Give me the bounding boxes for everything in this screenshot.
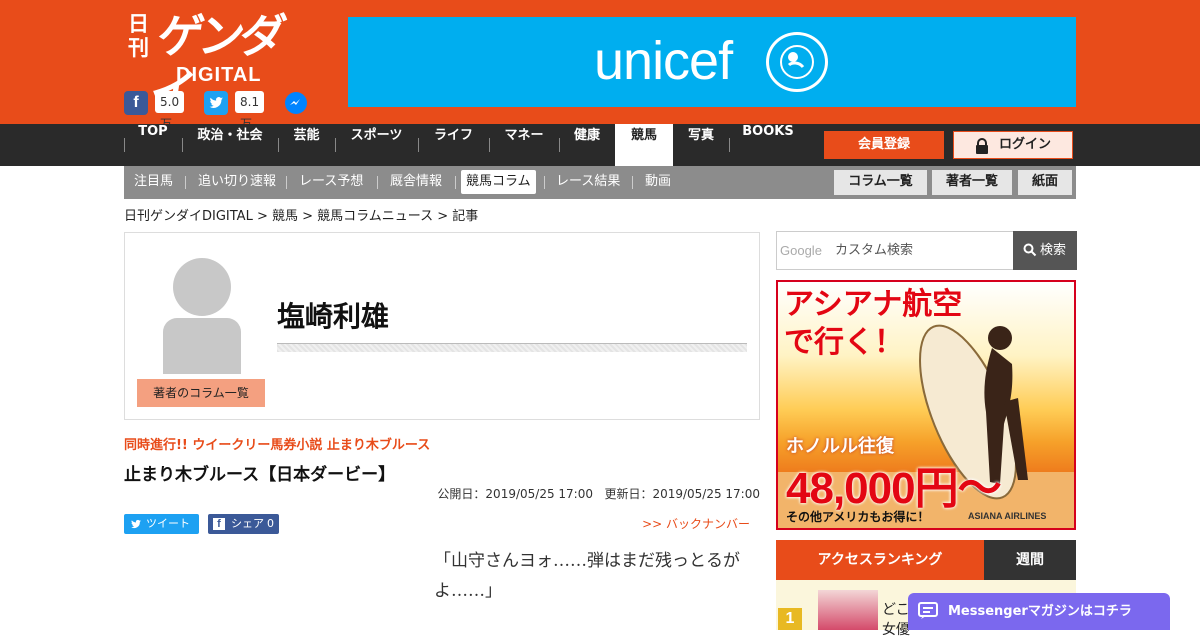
register-button[interactable]: 会員登録 [824, 131, 944, 159]
breadcrumb[interactable]: 日刊ゲンダイDIGITAL > 競馬 > 競馬コラムニュース > 記事 [124, 205, 478, 224]
ad-price: 48,000円〜 [786, 464, 1002, 513]
subnav-divider [185, 176, 186, 189]
author-name: 塩崎利雄 [277, 300, 390, 333]
share-label: シェア [231, 517, 264, 530]
ad-footer: その他アメリカもお得に！ [786, 510, 930, 524]
site-header: 日刊 ゲンダイ DIGITAL f 5.0万 8.1万 unicef [0, 0, 1200, 131]
search-button-label: 検索 [1040, 243, 1067, 258]
unicef-wordmark: unicef [594, 31, 733, 91]
subnav-item-workout[interactable]: 追い切り速報 [193, 170, 281, 194]
ranking-thumbnail [818, 590, 878, 630]
published-date: 公開日：2019/05/25 17:00 [437, 487, 593, 501]
subnav-item-column[interactable]: 競馬コラム [461, 170, 536, 194]
facebook-count: 5.0万 [155, 91, 185, 131]
ranking-title: アクセスランキング [776, 540, 984, 580]
facebook-icon[interactable]: f [124, 91, 148, 115]
author-columns-button[interactable]: 著者のコラム一覧 [137, 379, 265, 407]
asiana-ad[interactable]: アシアナ航空 で行く！ ホノルル往復 48,000円〜 その他アメリカもお得に！… [776, 280, 1076, 530]
nav-item-top[interactable]: TOP [124, 124, 182, 166]
messenger-magazine-button[interactable]: Messengerマガジンはコチラ [908, 593, 1170, 630]
sub-nav: 注目馬 追い切り速報 レース予想 厩舎情報 競馬コラム レース結果 動画 コラム… [124, 166, 1076, 199]
paper-button[interactable]: 紙面 [1018, 170, 1072, 195]
site-logo[interactable]: 日刊 ゲンダイ DIGITAL [124, 8, 308, 119]
unicef-emblem-icon [766, 32, 828, 92]
facebook-icon: f [213, 518, 225, 530]
nav-item-politics[interactable]: 政治・社会 [182, 124, 278, 166]
avatar-body [163, 318, 241, 374]
lock-icon [976, 138, 988, 154]
logo-digital: DIGITAL [176, 64, 262, 86]
nav-item-books[interactable]: BOOKS [729, 124, 807, 166]
ad-headline: アシアナ航空 で行く！ [784, 286, 962, 362]
tweet-label: ツイート [146, 517, 190, 530]
nav-item-entertainment[interactable]: 芸能 [278, 124, 335, 166]
nav-item-sports[interactable]: スポーツ [335, 124, 418, 166]
subnav-divider [544, 176, 545, 189]
search-button[interactable]: 検索 [1013, 231, 1077, 270]
search-icon [1023, 243, 1037, 257]
article-title: 止まり木ブルース【日本ダービー】 [124, 465, 396, 485]
subnav-item-results[interactable]: レース結果 [551, 170, 625, 194]
ad-brand: ASIANA AIRLINES [968, 511, 1047, 521]
column-list-button[interactable]: コラム一覧 [834, 170, 927, 195]
avatar [173, 258, 231, 316]
article-dates: 公開日：2019/05/25 17:00 更新日：2019/05/25 17:0… [380, 485, 760, 502]
subnav-item-stable[interactable]: 厩舎情報 [385, 170, 447, 194]
messenger-icon[interactable] [284, 91, 308, 115]
subnav-item-featured[interactable]: 注目馬 [129, 170, 178, 194]
subnav-item-video[interactable]: 動画 [640, 170, 676, 194]
ranking-item-title: どこ 女優 [882, 602, 910, 638]
twitter-icon [131, 519, 141, 529]
author-box: 塩崎利雄 著者のコラム一覧 [124, 232, 760, 420]
nav-item-money[interactable]: マネー [489, 124, 559, 166]
updated-date: 更新日：2019/05/25 17:00 [604, 487, 760, 501]
nav-item-health[interactable]: 健康 [559, 124, 615, 166]
author-list-button[interactable]: 著者一覧 [932, 170, 1012, 195]
subnav-divider [377, 176, 378, 189]
twitter-icon[interactable] [204, 91, 228, 115]
article-body: 「山守さんヨォ……弾はまだ残っとるがよ……」 [434, 551, 740, 601]
twitter-count: 8.1万 [235, 91, 265, 131]
ranking-tab-weekly[interactable]: 週間 [984, 540, 1076, 580]
nav-item-keiba[interactable]: 競馬 [615, 124, 673, 166]
login-label: ログイン [999, 137, 1052, 152]
unicef-banner[interactable]: unicef [348, 17, 1076, 107]
login-button[interactable]: ログイン [953, 131, 1073, 159]
messenger-label: Messengerマガジンはコチラ [948, 604, 1132, 619]
chat-icon [918, 602, 938, 619]
rank-number: 1 [778, 608, 802, 630]
nav-item-life[interactable]: ライフ [418, 124, 489, 166]
author-divider [277, 343, 747, 352]
subnav-divider [286, 176, 287, 189]
facebook-share-button[interactable]: f シェア 0 [208, 514, 279, 534]
subnav-item-prediction[interactable]: レース予想 [294, 170, 368, 194]
subnav-divider [455, 176, 456, 189]
ranking-header: アクセスランキング 週間 [776, 540, 1076, 580]
logo-nikkan: 日刊 [128, 11, 149, 60]
subnav-divider [632, 176, 633, 189]
search-input[interactable] [777, 232, 1013, 269]
back-number-link[interactable]: >> バックナンバー [620, 515, 750, 532]
tweet-button[interactable]: ツイート [124, 514, 199, 534]
share-count: 0 [267, 517, 274, 530]
nav-item-photo[interactable]: 写真 [673, 124, 729, 166]
search-box: Google 検索 [776, 231, 1077, 270]
ad-headline-text: アシアナ航空 で行く！ [784, 287, 963, 360]
article-series-link[interactable]: 同時進行!! ウイークリー馬券小説 止まり木ブルース [124, 434, 430, 453]
